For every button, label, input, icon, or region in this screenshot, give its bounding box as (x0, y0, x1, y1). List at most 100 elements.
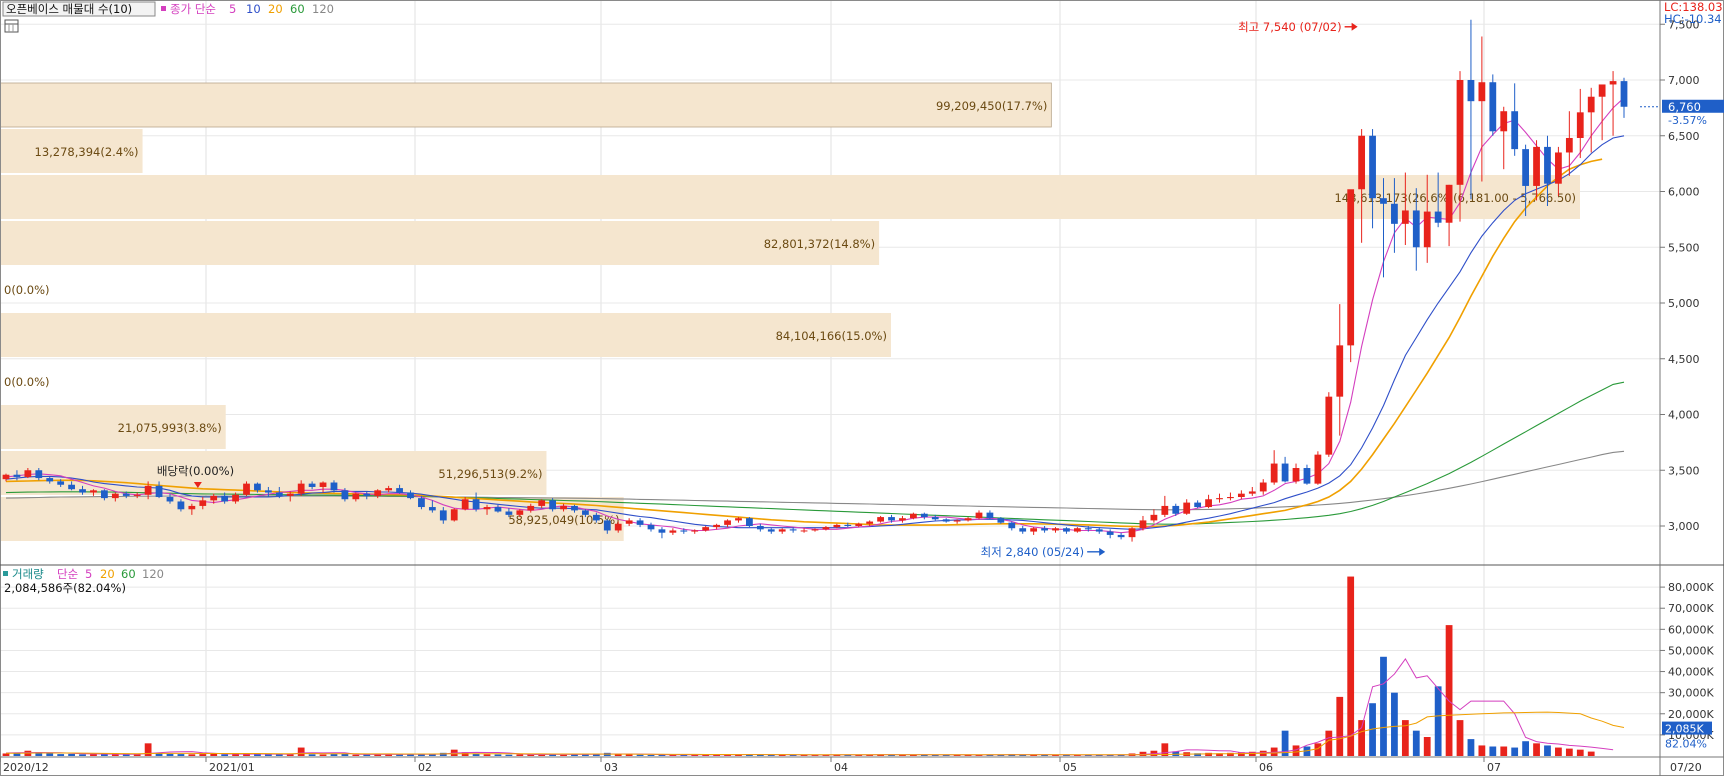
candle-body (625, 520, 633, 524)
candle-body (713, 524, 720, 528)
volume-bar (625, 754, 633, 756)
price-tick-label: 3,500 (1668, 464, 1700, 477)
volume-bar (111, 754, 119, 756)
candle-body (746, 518, 753, 526)
volume-profile-label: 0(0.0%) (4, 375, 50, 389)
volume-bar (1336, 696, 1344, 756)
candle-body (483, 507, 491, 510)
candle-body (144, 485, 152, 495)
volume-bar (1347, 576, 1355, 756)
candle-body (1292, 468, 1300, 482)
candle-body (1576, 112, 1584, 138)
candle-body (953, 520, 961, 522)
candle-body (319, 482, 327, 487)
candle-body (286, 493, 294, 496)
candle-body (396, 488, 403, 493)
candle-body (199, 500, 207, 506)
candle-body (407, 492, 414, 499)
candle-body (111, 493, 119, 499)
candle-body (1347, 189, 1355, 346)
volume-bar (1423, 737, 1431, 756)
candle-body (1598, 84, 1606, 97)
volume-bar (286, 754, 294, 756)
candle-body (855, 523, 863, 526)
ma-period-20: 20 (268, 2, 283, 16)
candle-body (1237, 493, 1245, 498)
volume-ma-period-5: 5 (85, 567, 92, 581)
volume-tick-label: 60,000K (1668, 623, 1714, 636)
candle-body (439, 510, 447, 521)
volume-bar (1456, 720, 1464, 756)
volume-tick-label: 40,000K (1668, 666, 1714, 679)
candle-body (614, 523, 622, 531)
candle-body (1423, 211, 1431, 248)
volume-profile-label: 0(0.0%) (4, 283, 50, 297)
candle-body (1227, 497, 1234, 499)
candle-body (1194, 502, 1202, 508)
candle-body (177, 501, 185, 510)
candle-body (1565, 137, 1573, 153)
candle-body (1401, 210, 1409, 224)
volume-bar (1576, 749, 1584, 756)
candle-body (516, 510, 524, 515)
candle-body (669, 530, 677, 533)
price-tick-label: 4,500 (1668, 353, 1700, 366)
candle-body (1587, 96, 1595, 113)
stock-chart: 99,209,450(17.7%)13,278,394(2.4%)148,613… (0, 0, 1724, 776)
time-tick-label: 07/20 (1670, 761, 1702, 774)
volume-bar (319, 754, 327, 756)
candle-body (264, 490, 272, 493)
volume-tick-label: 30,000K (1668, 687, 1714, 700)
volume-bar (79, 754, 86, 756)
candle-body (1052, 528, 1059, 531)
volume-badge-label: 2,085K (1665, 723, 1704, 736)
candle-body (1412, 210, 1420, 248)
price-tick-label: 5,000 (1668, 297, 1700, 310)
candle-body (155, 485, 163, 498)
candle-body (1380, 198, 1387, 204)
candle-body (680, 530, 688, 532)
candle-body (122, 493, 130, 496)
candle-body (90, 490, 97, 493)
candle-body (13, 474, 21, 477)
candle-body (330, 482, 338, 491)
time-tick-label: 06 (1259, 761, 1273, 774)
volume-bar (1587, 751, 1595, 756)
candle-body (582, 510, 589, 515)
candle-body (1183, 502, 1191, 514)
candle-body (789, 529, 797, 531)
volume-bar (1478, 745, 1486, 756)
candle-body (232, 494, 239, 502)
indicator-name: 오픈베이스 매물대 수(10) (6, 2, 132, 16)
candle-body (428, 507, 436, 511)
candle-body (833, 524, 841, 528)
volume-bar (57, 754, 65, 756)
candle-body (210, 495, 218, 501)
candle-body (986, 512, 994, 519)
calendar-icon (4, 19, 19, 33)
volume-bar (1467, 739, 1475, 756)
volume-bar (1544, 745, 1551, 756)
candle-body (975, 512, 983, 519)
candle-body (1063, 528, 1070, 532)
candle-body (1456, 80, 1464, 185)
candle-body (1467, 80, 1475, 102)
volume-ma-period-120: 120 (142, 567, 164, 581)
candle-body (341, 490, 349, 500)
candle-body (636, 520, 644, 525)
volume-ma-period-20: 20 (100, 567, 115, 581)
volume-profile-label: 13,278,394(2.4%) (35, 145, 139, 159)
candle-body (57, 481, 65, 485)
candle-body (188, 505, 196, 510)
time-tick-label: 02 (418, 761, 432, 774)
candle-body (472, 499, 480, 510)
candle-body (505, 511, 513, 515)
volume-bar (1489, 746, 1497, 756)
candle-body (243, 483, 250, 495)
candle-body (549, 500, 557, 510)
volume-bar (505, 754, 513, 756)
candle-body (68, 484, 75, 490)
volume-title: 거래량 (12, 567, 44, 581)
current-price-label: 6,760 (1668, 100, 1701, 114)
candle-body (35, 470, 43, 479)
